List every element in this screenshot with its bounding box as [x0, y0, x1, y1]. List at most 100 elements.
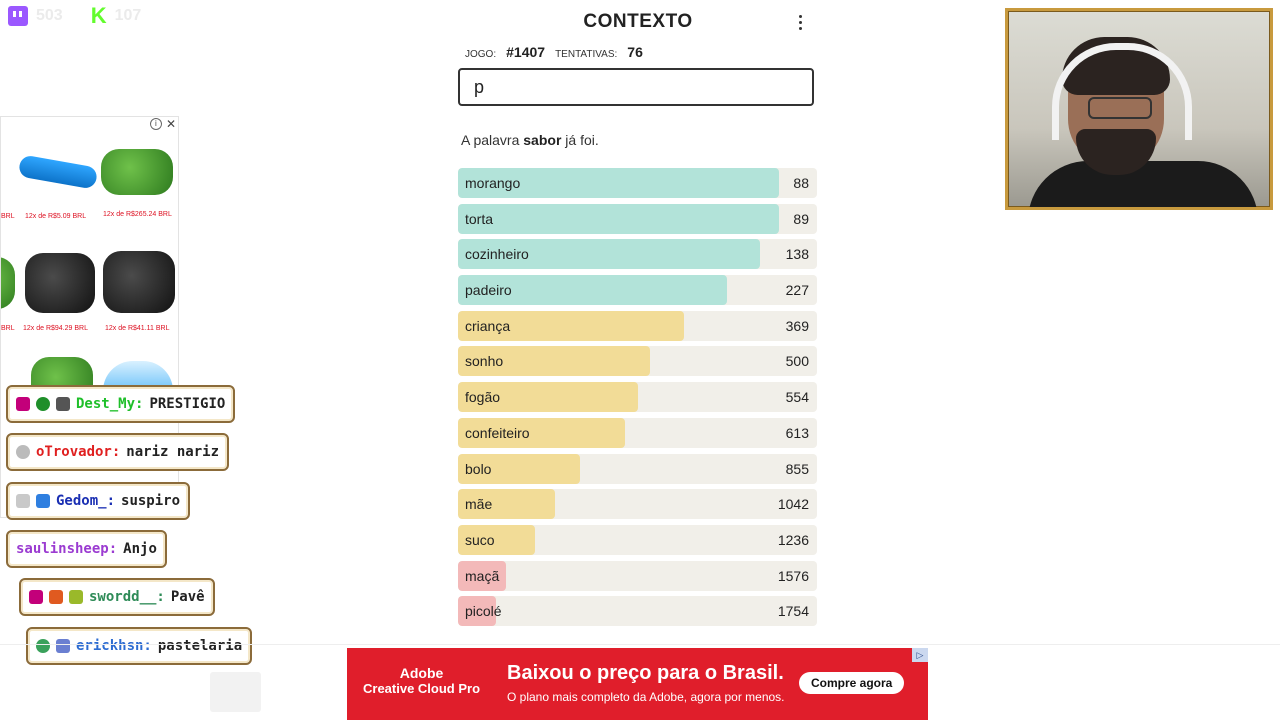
guess-word: fogão	[465, 389, 501, 406]
guess-list: morango 88 torta 89 cozinheiro 138 padeiro 227 c…	[458, 168, 817, 627]
chat-text: suspiro	[121, 493, 181, 509]
guess-word: torta	[465, 210, 494, 227]
guess-row: suco 1236	[458, 524, 817, 555]
guess-word: padeiro	[465, 282, 512, 299]
message-suffix: já foi.	[561, 132, 599, 148]
ad-price: 12x de R$94.29 BRL	[23, 325, 88, 332]
ad-price: 12x de R$5.09 BRL	[25, 213, 87, 220]
guess-row: maçã 1576	[458, 560, 817, 591]
ad-close-icon[interactable]: ✕	[166, 117, 176, 131]
guess-row: criança 369	[458, 310, 817, 341]
guess-word: suco	[465, 531, 495, 548]
number-badge-icon	[49, 590, 63, 604]
brand-line-1: Adobe	[399, 665, 444, 681]
guess-word: morango	[465, 175, 521, 191]
pump-product-image[interactable]	[101, 149, 173, 195]
more-menu-icon[interactable]	[790, 12, 810, 32]
banner-ad[interactable]: Adobe Creative Cloud Pro Baixou o preço …	[347, 648, 928, 720]
ad-row: BRL 12x de R$94.29 BRL 12x de R$41.11 BR…	[1, 249, 178, 359]
guess-row: sonho 500	[458, 346, 817, 377]
attempts-label: TENTATIVAS:	[555, 49, 618, 60]
guess-word: cozinheiro	[465, 246, 529, 263]
guess-rank: 500	[785, 353, 809, 370]
kick-viewers: K 107	[90, 3, 142, 28]
guess-word: mãe	[465, 496, 493, 513]
chat-text: PRESTIGIO	[149, 396, 226, 412]
screen: 503 K 107 i ✕ BRL 12x de R$5.09 BRL 12x …	[0, 0, 1280, 720]
guess-input[interactable]	[472, 75, 800, 99]
chat-text: Anjo	[123, 541, 157, 557]
ad-price: 12x de R$41.11 BRL	[105, 325, 170, 332]
adobe-logo: Adobe Creative Cloud Pro	[363, 665, 480, 697]
banner-headline: Baixou o preço para o Brasil.	[507, 662, 784, 684]
guess-closeness-bar	[458, 203, 780, 234]
ad-price: 12x de R$265.24 BRL	[103, 211, 172, 218]
guess-word: maçã	[465, 567, 500, 584]
robot-badge-icon	[56, 639, 70, 653]
ad-controls: i ✕	[149, 117, 176, 131]
kick-icon: K	[90, 3, 107, 28]
streamer-shirt	[1028, 161, 1258, 207]
twitch-icon	[8, 6, 28, 26]
chat-message: swordd__: Pavê	[19, 578, 215, 616]
chat-text: Pavê	[170, 589, 205, 605]
game-number: #1407	[506, 44, 546, 60]
contexto-game: CONTEXTO JOGO: #1407 TENTATIVAS: 76 A pa…	[458, 0, 818, 632]
guess-row: cozinheiro 138	[458, 239, 817, 270]
chat-message: saulinsheep: Anjo	[6, 530, 167, 568]
guess-rank: 369	[785, 317, 809, 334]
guess-word: picolé	[465, 603, 502, 620]
guess-rank: 1754	[777, 603, 809, 620]
pipe-product-image[interactable]	[17, 154, 99, 190]
guess-rank: 138	[785, 246, 809, 263]
chat-username: Gedom_:	[56, 493, 116, 509]
adchoices-icon[interactable]: ▷	[912, 648, 928, 662]
star-badge-icon	[69, 590, 83, 604]
guess-row: fogão 554	[458, 382, 817, 413]
twitch-count: 503	[36, 7, 63, 24]
guess-row: mãe 1042	[458, 489, 817, 520]
guess-row: padeiro 227	[458, 275, 817, 306]
chat-username: oTrovador:	[36, 444, 121, 460]
guess-field[interactable]	[458, 68, 814, 106]
sub-badge-icon	[36, 397, 50, 411]
ad-info-icon[interactable]: i	[149, 118, 162, 130]
status-message: A palavra sabor já foi.	[458, 132, 818, 148]
guess-rank: 88	[793, 175, 809, 191]
guess-word: confeiteiro	[465, 424, 530, 441]
webcam-frame	[1005, 8, 1273, 210]
stream-stats: 503 K 107	[8, 3, 142, 28]
ad-row: BRL 12x de R$5.09 BRL 12x de R$265.24 BR…	[1, 137, 178, 247]
game-label: JOGO:	[465, 49, 497, 60]
chat-message: Dest_My: PRESTIGIO	[6, 385, 236, 423]
chat-text: pastelaria	[157, 638, 243, 654]
chat-message: erickhsn: pastelaria	[26, 627, 253, 665]
guess-row: morango 88	[458, 168, 817, 198]
guess-rank: 1576	[777, 567, 809, 584]
ad-price: BRL	[1, 325, 15, 332]
chat-username: saulinsheep:	[16, 541, 118, 557]
pump-product-image[interactable]	[25, 253, 95, 313]
pump-product-image[interactable]	[1, 257, 15, 309]
mouse-badge-icon	[16, 445, 30, 459]
crown-badge-icon	[36, 494, 50, 508]
guess-rank: 1042	[777, 496, 809, 513]
heart-badge-icon	[29, 590, 43, 604]
ad-price: BRL	[1, 213, 15, 220]
attempts-value: 76	[627, 44, 643, 60]
controller-product-image[interactable]	[103, 251, 175, 313]
guess-rank: 613	[785, 424, 809, 441]
banner-subline: O plano mais completo da Adobe, agora po…	[507, 690, 785, 704]
page-title: CONTEXTO	[583, 11, 693, 32]
guess-rank: 554	[785, 389, 809, 406]
ghost-button[interactable]	[210, 672, 261, 712]
message-word: sabor	[523, 132, 562, 148]
buy-now-button[interactable]: Compre agora	[799, 672, 905, 694]
rank-badge-icon	[16, 494, 30, 508]
chat-message: oTrovador: nariz nariz	[6, 433, 230, 471]
leaf-badge-icon	[36, 639, 50, 653]
game-info: JOGO: #1407 TENTATIVAS: 76	[458, 44, 818, 60]
guess-rank: 1236	[777, 531, 809, 548]
header: CONTEXTO	[458, 0, 818, 44]
guess-rank: 227	[785, 282, 809, 299]
